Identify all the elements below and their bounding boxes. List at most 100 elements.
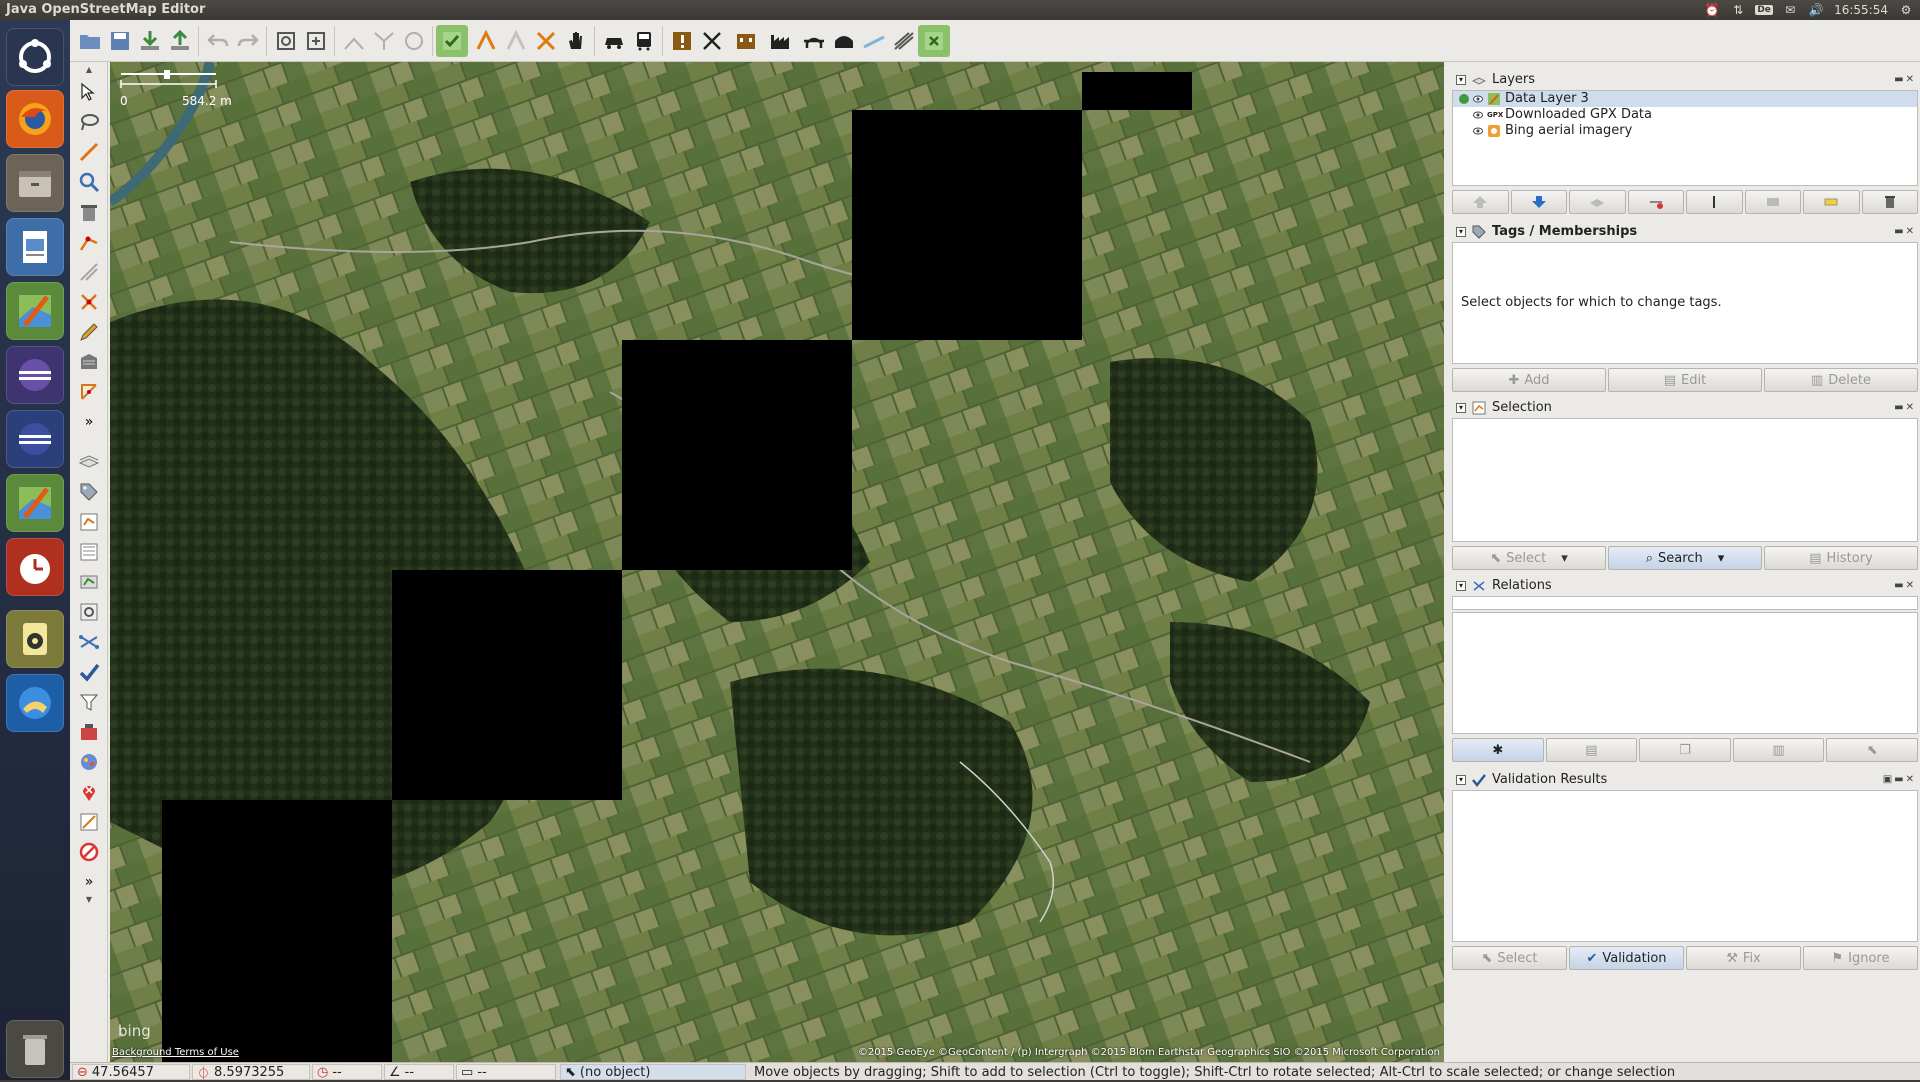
scale-tool-icon[interactable] [73, 376, 105, 408]
validate-button[interactable]: ✔ Validation [1569, 946, 1684, 970]
highway-preset-icon[interactable] [470, 25, 502, 57]
panel-controls-icon[interactable]: ▬✕ [1894, 74, 1916, 85]
thunderbird-icon[interactable] [6, 674, 64, 732]
eclipse-alt-icon[interactable] [6, 410, 64, 468]
alarm-clock-icon[interactable]: ⏰ [1704, 2, 1720, 18]
validation-tree[interactable] [1452, 790, 1918, 942]
gear-icon[interactable]: ⚙ [1898, 2, 1914, 18]
files-icon[interactable] [6, 154, 64, 212]
extrude-icon[interactable] [73, 286, 105, 318]
scroll-up-icon[interactable]: ▲ [73, 64, 105, 74]
background-terms-link[interactable]: Background Terms of Use [112, 1047, 239, 1058]
selection-list-icon[interactable] [73, 506, 105, 538]
car-icon[interactable] [598, 25, 630, 57]
list-item[interactable]: Bing aerial imagery [1453, 123, 1917, 139]
filter-icon[interactable] [73, 596, 105, 628]
document-viewer-icon[interactable] [6, 218, 64, 276]
merge-layer-button[interactable] [1744, 190, 1801, 214]
mail-icon[interactable]: ✉ [1782, 2, 1798, 18]
notes-icon[interactable] [73, 776, 105, 808]
scroll-down-icon[interactable]: ▼ [73, 894, 105, 904]
restaurant-icon[interactable] [696, 25, 728, 57]
upload-icon[interactable] [164, 25, 196, 57]
changeset-icon[interactable] [73, 716, 105, 748]
lasso-mode-icon[interactable] [73, 106, 105, 138]
zoom-slider[interactable] [120, 70, 220, 92]
dropdown-arrow-icon[interactable]: ▾ [1561, 551, 1568, 566]
validation-panel-header[interactable]: ▾ Validation Results ▣▬✕ [1450, 770, 1920, 790]
collapse-icon[interactable]: ▾ [1456, 775, 1466, 785]
stairs-icon[interactable] [888, 25, 920, 57]
bridge-icon[interactable] [798, 25, 830, 57]
select-mode-icon[interactable] [73, 76, 105, 108]
user-list-icon[interactable] [73, 536, 105, 568]
history-button[interactable]: ▤ History [1764, 546, 1918, 570]
castle-icon[interactable] [730, 25, 762, 57]
select-members-button[interactable]: ⬉ [1826, 738, 1918, 762]
edit-relation-button[interactable]: ▤ [1545, 738, 1638, 762]
delete-relation-button[interactable]: ▥ [1732, 738, 1825, 762]
hand-icon[interactable] [560, 25, 592, 57]
firefox-icon[interactable] [6, 90, 64, 148]
map-view[interactable]: 0 584.2 m bing Background Terms of Use ©… [110, 62, 1444, 1062]
relations-icon[interactable] [73, 626, 105, 658]
split-way-icon[interactable] [338, 25, 370, 57]
list-item[interactable]: Data Layer 3 [1453, 91, 1917, 107]
ubuntu-dash-icon[interactable] [6, 28, 64, 86]
fix-button[interactable]: ⚒ Fix [1686, 946, 1801, 970]
move-down-button[interactable] [1510, 190, 1567, 214]
visibility-icon[interactable] [1473, 111, 1483, 119]
open-file-icon[interactable] [74, 25, 106, 57]
delete-layer-button[interactable] [1861, 190, 1918, 214]
add-tag-button[interactable]: ✚ Add [1452, 368, 1606, 392]
industrial-icon[interactable] [764, 25, 796, 57]
collapse-icon[interactable]: ▾ [1456, 75, 1466, 85]
building-tool-icon[interactable] [73, 346, 105, 378]
zoom-to-data-icon[interactable] [300, 25, 332, 57]
selection-list[interactable] [1452, 418, 1918, 542]
collapse-icon[interactable]: ▾ [1456, 403, 1466, 413]
speaker-app-icon[interactable] [6, 610, 64, 668]
delete-tag-button[interactable]: ▥ Delete [1764, 368, 1918, 392]
clock[interactable]: 16:55:54 [1834, 3, 1888, 17]
reverse-way-icon[interactable] [398, 25, 430, 57]
panel-controls-icon[interactable]: ▣▬✕ [1883, 774, 1916, 785]
layers-toggle-icon[interactable] [73, 446, 105, 478]
panel-controls-icon[interactable]: ▬✕ [1894, 580, 1916, 591]
josm-running-icon[interactable] [6, 474, 64, 532]
selection-panel-header[interactable]: ▾ Selection ▬✕ [1450, 398, 1920, 418]
volume-icon[interactable]: 🔊 [1808, 2, 1824, 18]
save-icon[interactable] [104, 25, 136, 57]
search-button[interactable]: ⌕ Search ▾ [1608, 546, 1762, 570]
track-preset-icon[interactable] [500, 25, 532, 57]
zoom-mode-icon[interactable] [73, 166, 105, 198]
relations-list[interactable] [1452, 612, 1918, 734]
tags-table[interactable]: Select objects for which to change tags. [1452, 242, 1918, 364]
visibility-icon[interactable] [1473, 127, 1483, 135]
move-up-button[interactable] [1452, 190, 1509, 214]
imagery-offset-icon[interactable] [73, 806, 105, 838]
new-relation-button[interactable]: ✱ [1452, 738, 1544, 762]
tags-toggle-icon[interactable] [73, 476, 105, 508]
select-problem-button[interactable]: ⬉ Select [1452, 946, 1567, 970]
visibility-icon[interactable] [1473, 95, 1483, 103]
panel-controls-icon[interactable]: ▬✕ [1894, 226, 1916, 237]
relations-filter[interactable] [1452, 596, 1918, 610]
edit-tag-button[interactable]: ▤ Edit [1608, 368, 1762, 392]
layer-list[interactable]: Data Layer 3 GPX Downloaded GPX Data Bin… [1452, 90, 1918, 186]
parallel-way-icon[interactable] [73, 256, 105, 288]
activate-layer-button[interactable] [1569, 190, 1626, 214]
validator-icon[interactable] [436, 25, 468, 57]
collapse-icon[interactable]: ▾ [1456, 227, 1466, 237]
preferences-icon[interactable] [270, 25, 302, 57]
funnel-icon[interactable] [73, 686, 105, 718]
show-hide-button[interactable] [1627, 190, 1684, 214]
delete-mode-icon[interactable] [73, 196, 105, 228]
path-preset-icon[interactable] [530, 25, 562, 57]
dropdown-arrow-icon[interactable]: ▾ [1718, 551, 1725, 566]
layers-panel-header[interactable]: ▾ Layers ▬✕ [1450, 70, 1920, 90]
improve-way-icon[interactable] [73, 226, 105, 258]
validation-toggle-icon[interactable] [73, 656, 105, 688]
no-entry-icon[interactable] [73, 836, 105, 868]
relations-panel-header[interactable]: ▾ Relations ▬✕ [1450, 576, 1920, 596]
